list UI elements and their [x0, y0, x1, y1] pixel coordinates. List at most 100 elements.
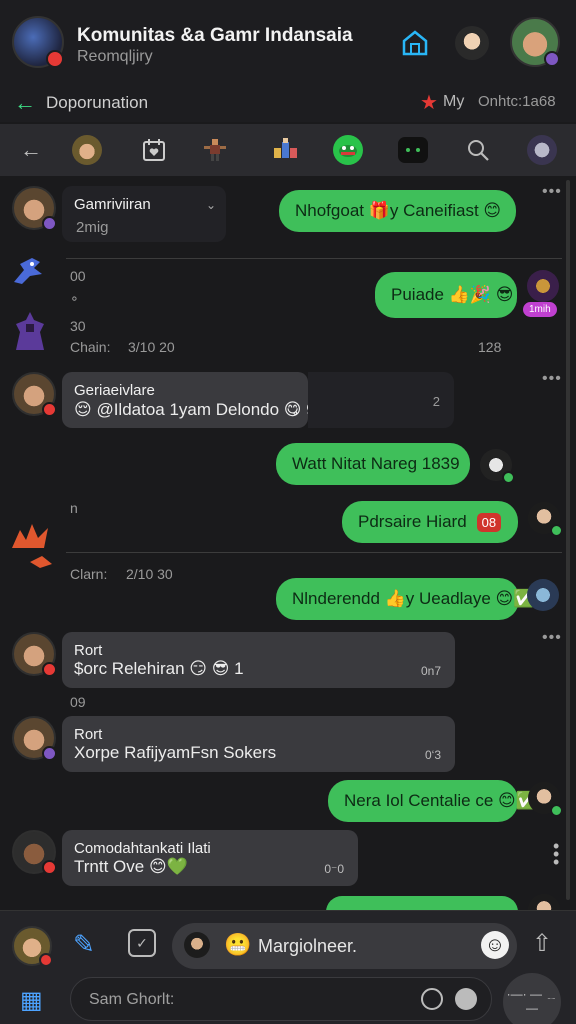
warrior-sprite-icon [16, 312, 44, 350]
message-time: 0n7 [420, 664, 441, 678]
search-placeholder: Sam Ghorlt: [89, 991, 175, 1008]
composer-bar: ✎ ✓ 😬 Margiolneer. ☺ ⇧ ▦ Sam Ghorlt: ·—·… [0, 910, 576, 1024]
chain-label: Clarn: [70, 566, 108, 582]
chain-label: Chain: [70, 339, 111, 355]
input-text[interactable]: Margiolneer. [258, 936, 357, 957]
message-text: $orc Relehiran 😏 😎 1 [74, 659, 244, 678]
online-count: Onhtc:1a68 [478, 93, 556, 110]
sender-avatar[interactable] [12, 716, 57, 761]
tag-badge: 08 [476, 512, 502, 532]
my-label[interactable]: My [443, 93, 464, 111]
green-game-icon[interactable] [333, 135, 363, 165]
globe-icon[interactable] [455, 988, 477, 1010]
party-sprite-icon[interactable] [270, 135, 300, 165]
chevron-down-icon[interactable]: ⌄ [206, 198, 216, 212]
receiver-avatar[interactable] [527, 579, 559, 611]
sticker-icon[interactable]: ✓ [128, 929, 156, 957]
outgoing-message[interactable]: Watt Nitat Nareg 1839 [276, 443, 470, 485]
message-list[interactable]: Gamriviiran 2mig ⌄ Nhofgoat 🎁y Caneifias… [0, 178, 576, 926]
message-text: Trntt Ove 😊💚 [74, 857, 188, 876]
sender-avatar[interactable] [12, 632, 57, 677]
channel-label[interactable]: Doporunation [46, 93, 148, 113]
sender-avatar[interactable] [12, 186, 57, 231]
more-icon[interactable]: ••• [542, 183, 562, 201]
my-avatar[interactable] [12, 926, 53, 967]
message-text: Xorpe RafijyamFsn Sokers [74, 743, 277, 762]
message-time: 0⁻0 [324, 862, 344, 876]
receiver-avatar[interactable] [527, 270, 559, 302]
reply-avatar [184, 932, 210, 958]
subheader-bar: ← Doporunation ★ My Onhtc:1a68 [0, 82, 576, 122]
meta-dot: ∘ [70, 290, 79, 306]
read-check-icon [550, 804, 563, 817]
chain-date: 2/10 30 [126, 566, 173, 582]
vertical-more-icon[interactable]: • • • [553, 837, 559, 871]
dragon-sprite-icon [14, 258, 42, 284]
search-icon[interactable] [463, 135, 493, 165]
toolbar-avatar[interactable] [72, 135, 102, 165]
receiver-avatar[interactable] [528, 502, 563, 537]
star-icon[interactable]: ★ [420, 90, 438, 115]
chain-date: 3/10 20 [128, 339, 175, 355]
receiver-avatar[interactable] [528, 782, 563, 817]
profile-badge [544, 51, 560, 67]
meta-count: 09 [70, 694, 86, 710]
incoming-message[interactable]: Rort $orc Relehiran 😏 😎 1 0n7 [62, 632, 455, 688]
receiver-avatar[interactable] [480, 449, 515, 484]
avatar-badge [39, 953, 53, 967]
controller-icon[interactable] [398, 137, 428, 163]
sender-name: Geriaeivlare [74, 382, 155, 399]
calendar-heart-icon[interactable] [139, 135, 169, 165]
member-avatar[interactable] [455, 26, 489, 60]
message-time: 0‘3 [424, 748, 441, 762]
message-input[interactable]: 😬 Margiolneer. ☺ [172, 923, 517, 969]
chat-title[interactable]: Komunitas &a Gamr Indansaia [77, 25, 353, 47]
search-field[interactable]: Sam Ghorlt: [70, 977, 492, 1021]
read-check-icon [550, 524, 563, 537]
message-text: Pdrsaire Hiard [358, 512, 467, 531]
avatar-badge [42, 402, 57, 417]
pen-icon[interactable]: ✎ [73, 929, 95, 960]
voice-button[interactable]: ·—· — ﹎— [503, 973, 561, 1024]
emoji-picker-icon[interactable]: ☺ [481, 931, 509, 959]
incoming-message[interactable]: Comodahtankati Ilati Trntt Ove 😊💚 0⁻0 [62, 830, 358, 886]
divider [66, 552, 562, 553]
outgoing-message[interactable]: Nhofgoat 🎁y Caneifiast 😊 [279, 190, 516, 232]
meta-count: 00 [70, 268, 86, 284]
character-sprite-icon[interactable] [200, 135, 230, 165]
scrollbar[interactable] [566, 180, 570, 900]
back-icon[interactable]: ← [16, 135, 46, 165]
profile-avatar[interactable] [510, 17, 560, 67]
outgoing-message[interactable]: Nera Iol Centalie ce 😊✅ [328, 780, 537, 822]
sender-avatar[interactable] [12, 372, 57, 417]
outgoing-message[interactable]: Puiade 👍🎉 😎 [375, 272, 517, 318]
sender-name: Comodahtankati Ilati [74, 840, 211, 857]
more-icon[interactable]: ••• [542, 370, 562, 388]
sender-name: Gamriviiran [74, 196, 151, 213]
group-badge [46, 50, 64, 68]
outgoing-message[interactable]: Pdrsaire Hiard 08 [342, 501, 518, 543]
share-icon[interactable]: ⇧ [532, 929, 552, 958]
apps-grid-icon[interactable]: ▦ [20, 986, 43, 1015]
arrow-left-icon[interactable]: ← [14, 90, 36, 116]
avatar-badge [42, 860, 57, 875]
incoming-message[interactable]: Gamriviiran 2mig ⌄ [62, 186, 226, 242]
chat-subtitle: Reomqljiry [77, 48, 153, 65]
home-icon[interactable] [401, 30, 429, 56]
more-icon[interactable]: ••• [542, 629, 562, 647]
reply-count: 2 [432, 394, 440, 409]
sender-avatar[interactable] [12, 830, 57, 875]
incoming-message[interactable]: Geriaeivlare 😌 @Ildatoa 1yam Delondo 😋 9 [62, 372, 316, 428]
avatar-badge [42, 746, 57, 761]
sender-name: Rort [74, 726, 103, 743]
fire-sprite-icon [12, 524, 48, 548]
sender-name: Rort [74, 642, 103, 659]
ember-sprite-icon [30, 556, 52, 568]
incoming-message[interactable]: Rort Xorpe RafijyamFsn Sokers 0‘3 [62, 716, 455, 772]
clock-icon[interactable] [421, 988, 443, 1010]
message-subtext: 2mig [76, 219, 109, 236]
toolbar-avatar-right[interactable] [527, 135, 557, 165]
avatar-badge [42, 662, 57, 677]
outgoing-message[interactable]: Nlnderendd 👍y Ueadlaye 😊✅ [276, 578, 534, 620]
group-avatar[interactable] [12, 16, 64, 68]
